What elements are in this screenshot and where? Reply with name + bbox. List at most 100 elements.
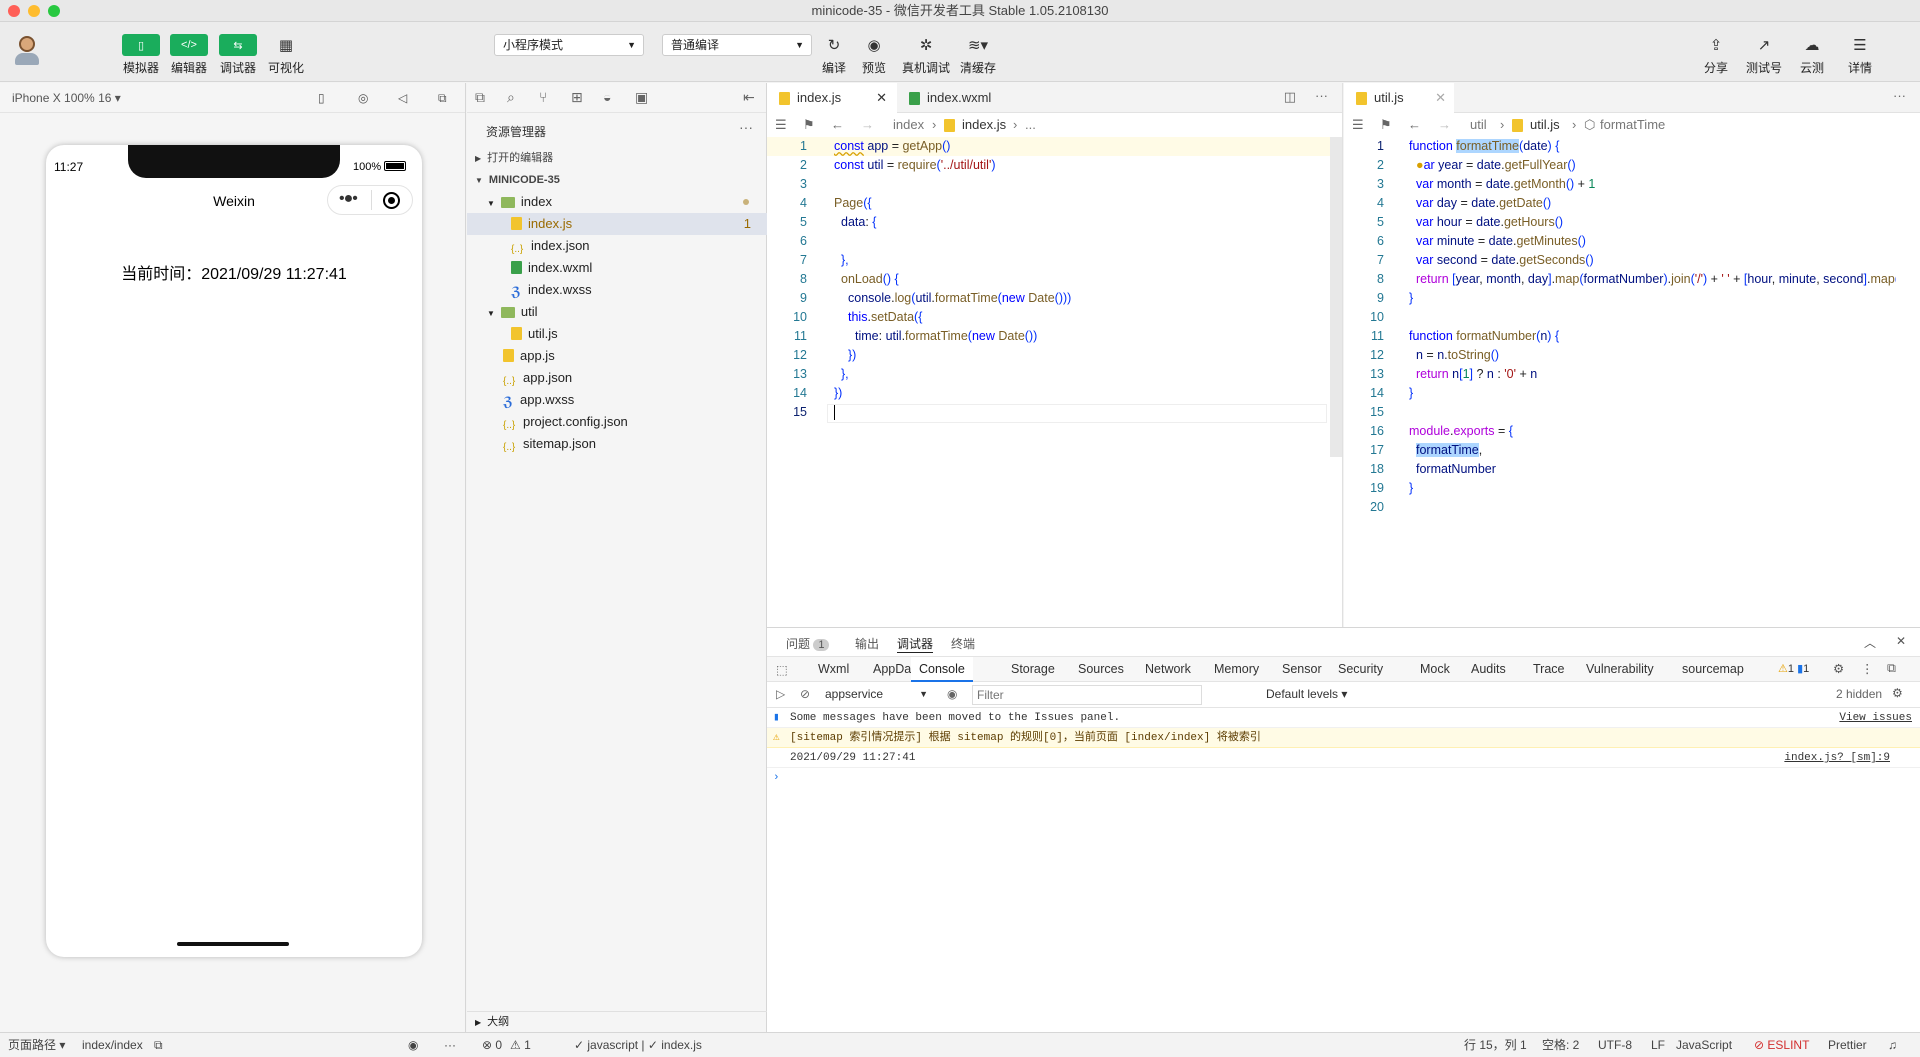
tree-folder-util[interactable]: ▼ util [467, 301, 767, 323]
extensions-icon[interactable]: ⊞ [571, 89, 583, 106]
breadcrumb-symbol[interactable]: formatTime [1600, 113, 1665, 137]
devtools-tab-vulnerability[interactable]: Vulnerability [1586, 662, 1654, 676]
close-miniprogram-icon[interactable] [383, 192, 400, 209]
tab-debugger[interactable]: 调试器 [897, 635, 934, 653]
docker-icon[interactable]: ◒ [603, 89, 611, 105]
devtools-tab-console[interactable]: Console [911, 657, 973, 682]
forward-arrow-icon[interactable]: → [1438, 113, 1451, 137]
clear-cache-button[interactable]: ≋▾ 清缓存 [954, 30, 1002, 76]
page-path-label[interactable]: 页面路径 ▾ [8, 1033, 65, 1057]
gear-icon[interactable]: ⚙ [1833, 661, 1844, 676]
gear-icon[interactable]: ⚙ [1892, 686, 1903, 700]
tab-util-js[interactable]: util.js ✕ [1344, 83, 1454, 113]
editor-right[interactable]: util.js ✕ ··· ☰ ⚑ ← → util › util.js › ⬡ … [1344, 83, 1920, 627]
phone-rotate-icon[interactable]: ▯ [318, 83, 325, 113]
issue-counts[interactable]: ⚠1 ▮1 [1778, 662, 1809, 675]
prettier-status[interactable]: Prettier [1828, 1033, 1867, 1057]
back-arrow-icon[interactable]: ← [831, 113, 844, 137]
devtools-tab-wxml[interactable]: Wxml [818, 662, 849, 676]
warning-count[interactable]: ⚠ 1 [510, 1033, 531, 1057]
tree-file-app-json[interactable]: {..} app.json [467, 367, 767, 389]
clear-console-icon[interactable]: ⊘ [800, 687, 810, 701]
details-button[interactable]: ☰ 详情 [1836, 30, 1884, 76]
copy-icon[interactable]: ⧉ [154, 1033, 163, 1057]
bookmark-icon[interactable]: ⚑ [803, 113, 815, 137]
mode-select[interactable]: 小程序模式 ▼ [494, 34, 644, 56]
close-icon[interactable]: ✕ [1435, 83, 1446, 113]
scrollbar[interactable] [1330, 137, 1342, 457]
inspect-icon[interactable]: ⬚ [776, 662, 788, 677]
tree-file-sitemap[interactable]: {..} sitemap.json [467, 433, 767, 455]
breadcrumb-folder[interactable]: index [893, 113, 924, 137]
avatar[interactable] [12, 34, 42, 68]
devtools-tab-storage[interactable]: Storage [1011, 662, 1055, 676]
indent-setting[interactable]: 空格: 2 [1542, 1033, 1579, 1057]
devtools-tab-sensor[interactable]: Sensor [1282, 662, 1322, 676]
maximize-panel-icon[interactable]: ︿ [1864, 634, 1876, 651]
compile-mode-select[interactable]: 普通编译 ▼ [662, 34, 812, 56]
list-icon[interactable]: ☰ [775, 113, 787, 137]
list-icon[interactable]: ☰ [1352, 113, 1364, 137]
close-window-button[interactable] [8, 5, 20, 17]
editor-left[interactable]: index.js ✕ index.wxml ◫ ··· ☰ ⚑ ← → index… [767, 83, 1343, 627]
breadcrumb-folder[interactable]: util [1470, 113, 1487, 137]
eye-icon[interactable]: ◉ [408, 1033, 418, 1057]
more-dots-icon[interactable]: •●• [339, 190, 358, 208]
error-count[interactable]: ⊗ 0 [482, 1033, 502, 1057]
log-levels-select[interactable]: Default levels ▾ [1266, 687, 1347, 701]
cursor-position[interactable]: 行 15，列 1 [1464, 1033, 1527, 1057]
popout-icon[interactable]: ⧉ [438, 83, 447, 113]
bell-icon[interactable]: ♫ [1888, 1033, 1897, 1057]
open-editors-section[interactable]: ▶ 打开的编辑器 [467, 147, 767, 169]
eol[interactable]: LF [1651, 1033, 1665, 1057]
preview-button[interactable]: ◉ 预览 [850, 30, 898, 76]
console-prompt[interactable]: › [767, 768, 1920, 788]
kebab-menu-icon[interactable]: ⋮ [1861, 661, 1874, 676]
close-panel-icon[interactable]: ✕ [1896, 634, 1906, 648]
console-filter-input[interactable] [972, 685, 1202, 705]
remote-debug-button[interactable]: ✲ 真机调试 [902, 30, 950, 76]
devtools-tab-security[interactable]: Security [1338, 662, 1383, 676]
more-icon[interactable]: ··· [739, 119, 753, 135]
image-icon[interactable]: ▣ [635, 89, 648, 106]
tab-index-wxml[interactable]: index.wxml [897, 83, 1027, 113]
more-icon[interactable]: ··· [1893, 88, 1906, 103]
more-icon[interactable]: ··· [444, 1033, 456, 1057]
simulator-button[interactable]: ▯ 模拟器 [117, 30, 165, 76]
forward-arrow-icon[interactable]: → [861, 113, 874, 137]
tab-output[interactable]: 输出 [855, 635, 879, 652]
files-icon[interactable]: ⧉ [475, 89, 485, 106]
devtools-tab-network[interactable]: Network [1145, 662, 1191, 676]
tab-problems[interactable]: 问题 1 [786, 635, 830, 652]
tree-file-index-wxss[interactable]: ℨindex.wxss [467, 279, 767, 301]
collapse-panel-icon[interactable]: ⇤ [743, 89, 755, 106]
eye-icon[interactable]: ◉ [947, 687, 957, 701]
dock-icon[interactable]: ⧉ [1887, 661, 1896, 676]
phone-screen[interactable]: 11:27 100% Weixin •●• 当前时间：2021/09/29 11… [46, 145, 422, 957]
tree-file-index-wxml[interactable]: index.wxml [467, 257, 767, 279]
back-arrow-icon[interactable]: ← [1408, 113, 1421, 137]
tree-file-index-js[interactable]: index.js 1 [467, 213, 767, 235]
visual-button[interactable]: ▦ 可视化 [262, 30, 310, 76]
tree-folder-index[interactable]: ▼ index [467, 191, 767, 213]
outline-section[interactable]: ▶ 大纲 [467, 1011, 767, 1032]
zoom-window-button[interactable] [48, 5, 60, 17]
view-issues-link[interactable]: View issues [1839, 708, 1912, 728]
split-editor-icon[interactable]: ◫ [1284, 89, 1296, 105]
search-icon[interactable]: ⌕ [507, 89, 515, 106]
lightbulb-icon[interactable]: ● [1416, 158, 1424, 172]
sidebar-toggle-icon[interactable]: ▷ [776, 687, 785, 701]
breadcrumb-file[interactable]: util.js [1530, 113, 1560, 137]
device-select[interactable]: iPhone X 100% 16 ▾ [12, 91, 121, 105]
capsule-menu[interactable]: •●• [327, 185, 413, 215]
cloud-test-button[interactable]: ☁ 云测 [1788, 30, 1836, 76]
sound-icon[interactable]: ◁ [398, 83, 407, 113]
minimize-window-button[interactable] [28, 5, 40, 17]
devtools-tab-trace[interactable]: Trace [1533, 662, 1565, 676]
devtools-tab-audits[interactable]: Audits [1471, 662, 1506, 676]
devtools-tab-sources[interactable]: Sources [1078, 662, 1124, 676]
record-icon[interactable]: ◎ [358, 83, 368, 113]
devtools-tab-mock[interactable]: Mock [1420, 662, 1450, 676]
share-button[interactable]: ⇪ 分享 [1692, 30, 1740, 76]
debugger-button[interactable]: ⇆ 调试器 [214, 30, 262, 76]
